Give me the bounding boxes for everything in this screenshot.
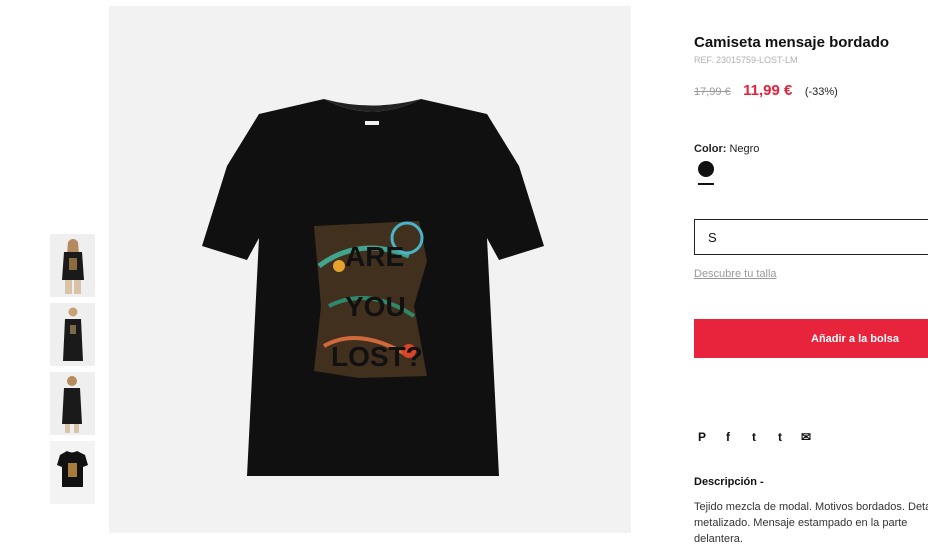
thumbnail-list: [50, 234, 95, 510]
size-guide-link[interactable]: Descubre tu talla: [694, 268, 777, 280]
thumbnail-model-back[interactable]: [50, 372, 95, 435]
tshirt-product-photo-icon: ARE YOU LOST?: [109, 6, 631, 533]
pinterest-icon[interactable]: P: [696, 430, 708, 444]
print-word-2: YOU: [345, 291, 406, 322]
thumbnail-model-front[interactable]: [50, 234, 95, 297]
swatch-selected-indicator: [698, 183, 714, 185]
product-title: Camiseta mensaje bordado: [694, 34, 890, 51]
description-heading[interactable]: Descripción -: [694, 476, 764, 488]
discount-badge: (-33%): [804, 86, 838, 98]
description-text: Tejido mezcla de modal. Motivos bordados…: [694, 501, 928, 545]
color-label-row: Color: Negro: [694, 143, 759, 155]
facebook-icon[interactable]: f: [722, 430, 734, 444]
color-value: Negro: [729, 143, 760, 155]
model-back-photo-icon: [50, 372, 95, 435]
price-row: 17,99 € 11,99 € (-33%): [694, 82, 838, 100]
share-bar: P f t t ✉: [696, 430, 812, 444]
sale-price: 11,99 €: [743, 82, 793, 99]
twitter-icon[interactable]: t: [748, 430, 760, 444]
product-reference: REF. 23015759-LOST-LM: [694, 55, 798, 65]
color-label: Color:: [694, 143, 727, 155]
tumblr-icon[interactable]: t: [774, 430, 786, 444]
email-icon[interactable]: ✉: [800, 430, 812, 444]
model-long-photo-icon: [50, 303, 95, 366]
size-select[interactable]: S: [694, 219, 928, 255]
thumbnail-tshirt-flat[interactable]: [50, 441, 95, 504]
print-word-3: LOST?: [331, 341, 423, 372]
main-product-image[interactable]: ARE YOU LOST?: [109, 6, 631, 533]
model-front-photo-icon: [50, 234, 95, 297]
tshirt-flat-photo-icon: [50, 441, 95, 504]
size-select-value: S: [708, 230, 717, 245]
print-word-1: ARE: [345, 241, 404, 272]
thumbnail-model-long[interactable]: [50, 303, 95, 366]
add-to-bag-button[interactable]: Añadir a la bolsa: [694, 319, 928, 358]
old-price: 17,99 €: [694, 86, 731, 98]
color-swatch-black[interactable]: [698, 161, 714, 177]
